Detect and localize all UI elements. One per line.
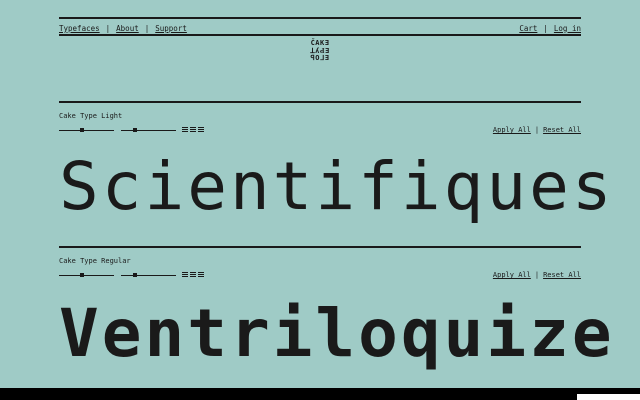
nav-link-cart[interactable]: Cart — [519, 24, 537, 33]
size-slider[interactable] — [59, 273, 114, 277]
bottom-bar — [0, 388, 640, 400]
specimen-text[interactable]: Ventriloquize — [59, 295, 612, 372]
specimen-controls — [59, 271, 219, 281]
spacing-slider[interactable] — [121, 273, 176, 277]
section-actions: Apply All | Reset All — [493, 126, 581, 134]
alignment-icon[interactable] — [182, 126, 206, 134]
action-separator: | — [534, 271, 540, 279]
section-rule — [59, 246, 581, 248]
top-rule — [59, 17, 581, 19]
align-right-icon[interactable] — [198, 272, 204, 278]
bottom-panel-tab[interactable] — [577, 394, 640, 400]
action-separator: | — [534, 126, 540, 134]
nav-separator: | — [144, 23, 150, 33]
spacing-slider[interactable] — [121, 128, 176, 132]
nav-right: Cart | Log in — [519, 24, 581, 33]
spacing-slider-knob[interactable] — [133, 273, 137, 277]
section-actions: Apply All | Reset All — [493, 271, 581, 279]
align-center-icon[interactable] — [190, 272, 196, 278]
cake-type-logo[interactable]: ČAKƎ ꓕʎԀƎ ꟼOᒧƎ — [302, 39, 338, 66]
nav-link-about[interactable]: About — [116, 24, 139, 33]
specimen-section-light: Cake Type Light Apply All | Reset All Scie… — [59, 110, 612, 240]
nav-link-login[interactable]: Log in — [554, 24, 581, 33]
reset-all-link[interactable]: Reset All — [543, 126, 581, 134]
nav-separator: | — [543, 23, 548, 33]
nav-bottom-rule — [59, 34, 581, 36]
align-center-icon[interactable] — [190, 127, 196, 133]
size-slider-knob[interactable] — [80, 128, 84, 132]
apply-all-link[interactable]: Apply All — [493, 271, 531, 279]
top-nav: Typefaces | About | Support Cart | Log in — [59, 22, 581, 34]
reset-all-link[interactable]: Reset All — [543, 271, 581, 279]
nav-link-typefaces[interactable]: Typefaces — [59, 24, 100, 33]
alignment-icon[interactable] — [182, 271, 206, 279]
apply-all-link[interactable]: Apply All — [493, 126, 531, 134]
align-left-icon[interactable] — [182, 127, 188, 133]
typeface-label: Cake Type Regular — [59, 257, 131, 265]
section-rule — [59, 101, 581, 103]
align-left-icon[interactable] — [182, 272, 188, 278]
nav-separator: | — [105, 23, 111, 33]
specimen-section-regular: Cake Type Regular Apply All | Reset All Ve… — [59, 255, 612, 385]
nav-link-support[interactable]: Support — [155, 24, 187, 33]
nav-left: Typefaces | About | Support — [59, 24, 187, 33]
align-right-icon[interactable] — [198, 127, 204, 133]
size-slider[interactable] — [59, 128, 114, 132]
spacing-slider-knob[interactable] — [133, 128, 137, 132]
specimen-text[interactable]: Scientifiques — [59, 148, 612, 225]
size-slider-knob[interactable] — [80, 273, 84, 277]
specimen-controls — [59, 126, 219, 136]
logo-line: ꟼOᒧƎ — [310, 54, 330, 62]
typeface-label: Cake Type Light — [59, 112, 123, 120]
